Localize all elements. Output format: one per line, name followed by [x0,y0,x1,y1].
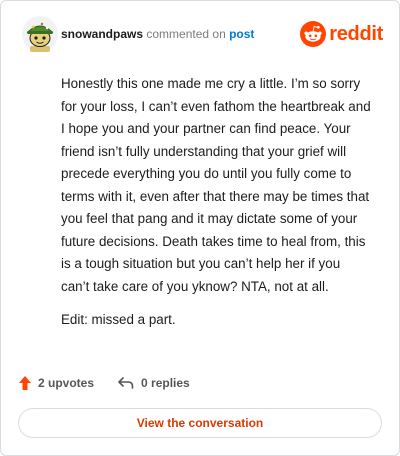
reply-arrow-icon [118,377,134,389]
comment-meta: snowandpaws commented on post [61,27,254,41]
upvote-arrow-icon [19,376,31,390]
reddit-logo[interactable]: reddit [300,20,383,48]
view-conversation-button[interactable]: View the conversation [18,408,382,438]
comment-card: snowandpaws commented on post reddit Hon… [0,0,400,456]
reddit-snoo-icon [300,21,327,47]
comment-paragraph: Edit: missed a part. [61,312,176,327]
avatar[interactable] [22,16,58,52]
upvote-count: 2 upvotes [38,376,95,390]
username[interactable]: snowandpaws [61,27,143,41]
reply-count: 0 replies [141,376,190,390]
replies-button[interactable]: 0 replies [117,376,190,390]
post-link[interactable]: post [229,27,254,41]
upvote-button[interactable]: 2 upvotes [18,375,94,391]
comment-paragraph: Honestly this one made me cry a little. … [61,76,371,294]
comment-header: snowandpaws commented on post reddit [22,16,383,52]
comment-actions: 2 upvotes 0 replies [18,373,190,393]
reddit-wordmark: reddit [329,22,383,45]
action-text: commented on [146,27,226,41]
comment-body: Honestly this one made me cry a little. … [61,73,371,343]
